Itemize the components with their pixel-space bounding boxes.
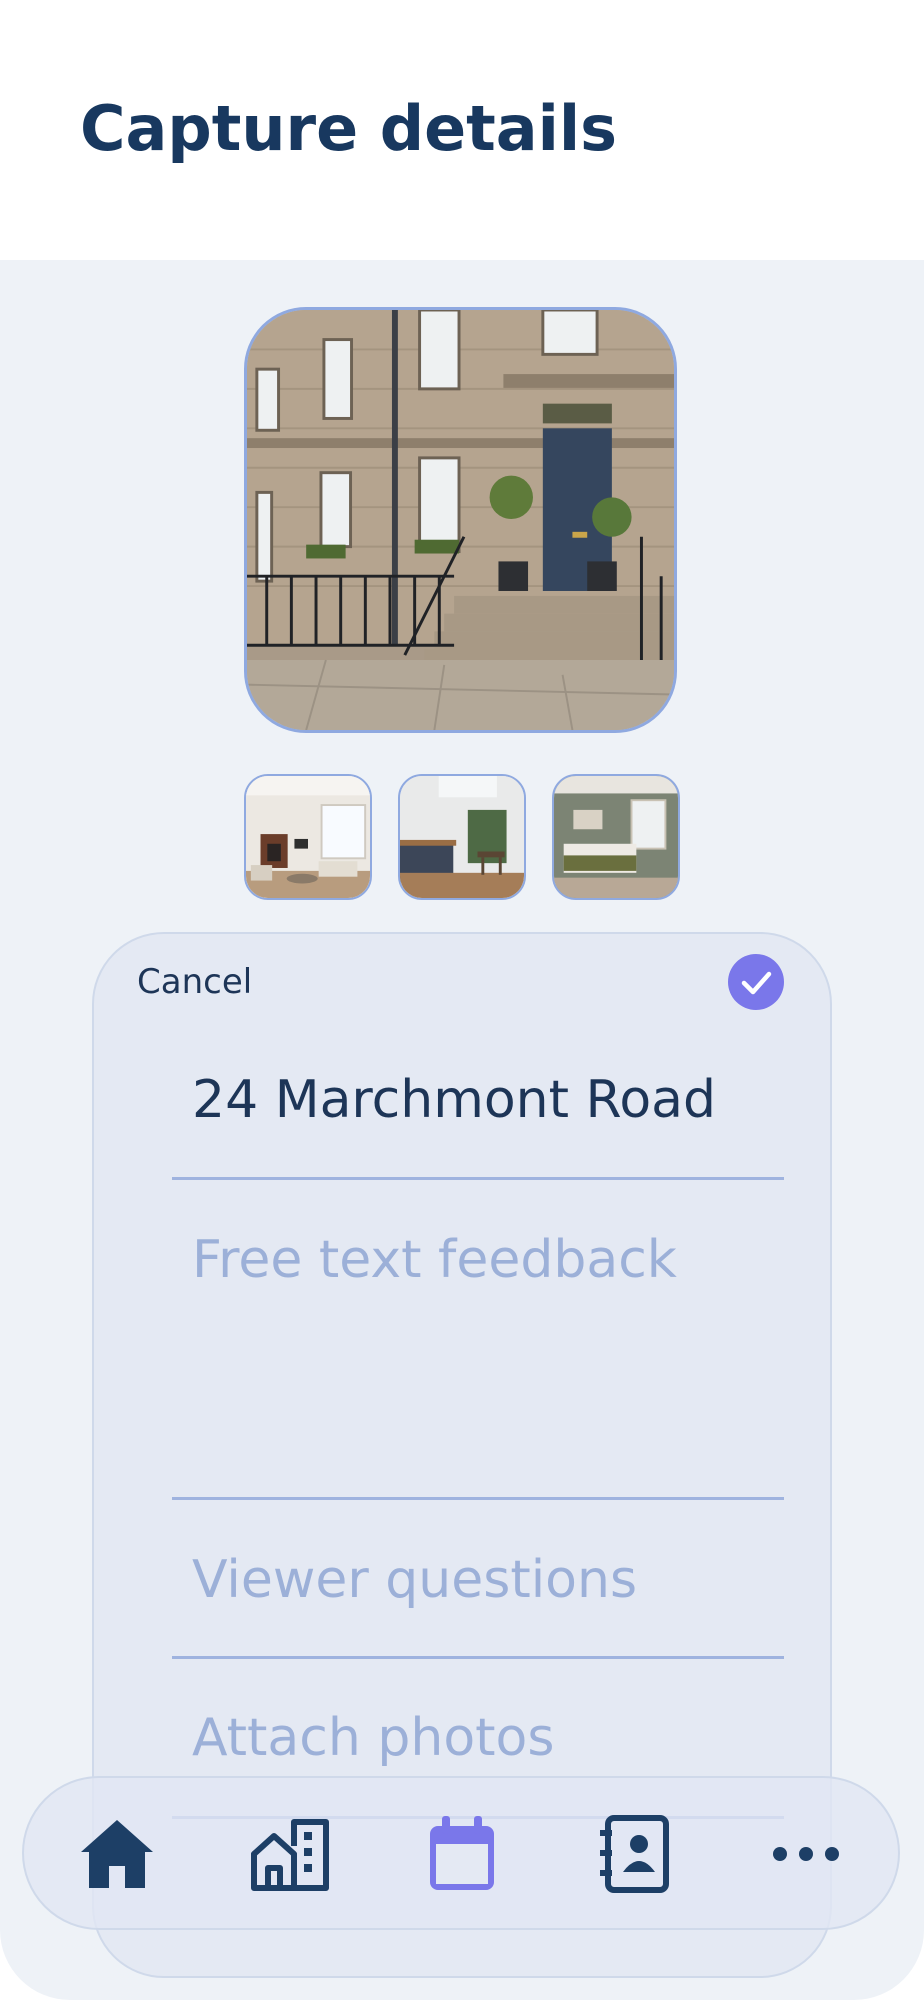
property-icon	[251, 1819, 329, 1891]
more-icon	[773, 1847, 839, 1861]
contacts-icon	[600, 1815, 669, 1893]
address-field[interactable]: 24 Marchmont Road	[172, 1050, 784, 1180]
nav-more[interactable]	[764, 1812, 848, 1896]
confirm-button[interactable]	[728, 954, 784, 1010]
thumbnail-bedroom[interactable]	[552, 774, 680, 900]
cancel-button[interactable]: Cancel	[137, 962, 252, 1002]
check-icon	[741, 971, 772, 995]
home-icon	[81, 1820, 153, 1888]
nav-contacts[interactable]	[594, 1812, 678, 1896]
nav-properties[interactable]	[248, 1812, 332, 1896]
building-exterior-image	[247, 310, 674, 730]
calendar-icon	[430, 1816, 494, 1890]
viewer-questions-field[interactable]: Viewer questions	[172, 1520, 784, 1659]
page-title: Capture details	[80, 92, 618, 165]
living-room-image	[246, 776, 370, 898]
thumbnail-living-room[interactable]	[244, 774, 372, 900]
thumbnail-kitchen[interactable]	[398, 774, 526, 900]
nav-calendar[interactable]	[420, 1812, 504, 1896]
kitchen-image	[400, 776, 524, 898]
feedback-placeholder: Free text feedback	[192, 1230, 677, 1290]
nav-home[interactable]	[75, 1812, 159, 1896]
viewer-questions-placeholder: Viewer questions	[192, 1550, 638, 1610]
main-property-photo[interactable]	[244, 307, 677, 733]
header: Capture details	[0, 0, 924, 260]
bedroom-image	[554, 776, 678, 898]
feedback-field[interactable]: Free text feedback	[172, 1200, 784, 1500]
attach-photos-placeholder: Attach photos	[192, 1708, 555, 1768]
address-value: 24 Marchmont Road	[192, 1070, 717, 1130]
